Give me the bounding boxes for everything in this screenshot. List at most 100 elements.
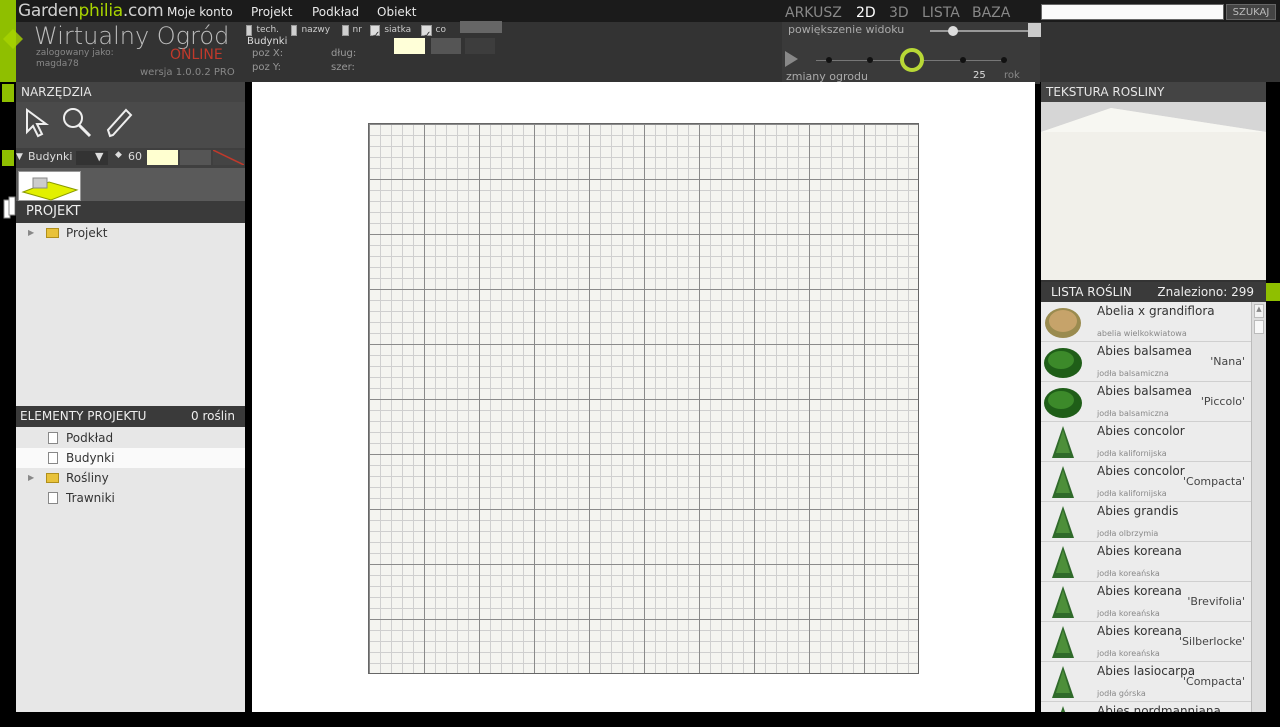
collapse-arrow-icon[interactable]: ▼	[16, 152, 23, 162]
pos-x-label: poz X:	[252, 48, 284, 59]
plant-name: Abies koreana	[1097, 624, 1182, 638]
timeline-dot[interactable]	[960, 57, 966, 63]
plant-common-name: jodła kalifornijska	[1097, 449, 1167, 458]
plant-list-item[interactable]: Abelia x grandiflora abelia wielkokwiatow…	[1041, 302, 1251, 342]
menu-projekt[interactable]: Projekt	[251, 5, 292, 19]
zoom-slider-track[interactable]	[930, 30, 1035, 32]
timeline-dot[interactable]	[826, 57, 832, 63]
zoom-slider-thumb[interactable]	[948, 26, 958, 36]
plant-list-title: LISTA ROŚLIN	[1051, 285, 1132, 299]
toggle-siatka-checkbox[interactable]	[369, 24, 381, 36]
tools-title: NARZĘDZIA	[16, 82, 245, 102]
layer-fill-swatch[interactable]	[147, 150, 178, 165]
timeline-dot[interactable]	[867, 57, 873, 63]
search-input[interactable]	[1041, 4, 1224, 20]
plant-common-name: jodła olbrzymia	[1097, 529, 1159, 538]
conifer-icon	[1044, 665, 1082, 699]
plant-list-item[interactable]: Abies lasiocarpa jodła górska 'Compacta'	[1041, 662, 1251, 702]
expand-arrow-icon[interactable]: ▶	[28, 468, 34, 488]
element-budynki[interactable]: Budynki	[16, 448, 245, 468]
plant-list-item[interactable]: Abies concolor jodła kalifornijska	[1041, 422, 1251, 462]
toggle-co-checkbox[interactable]	[421, 24, 432, 36]
logo-highlight: philia	[78, 1, 124, 21]
stroke-color-swatch[interactable]	[431, 38, 461, 54]
zoom-icon[interactable]	[60, 106, 94, 144]
garden-grid-sheet[interactable]	[368, 123, 919, 674]
conifer-icon	[1044, 505, 1082, 539]
plant-variety: 'Piccolo'	[1200, 395, 1245, 408]
fill-color-swatch[interactable]	[394, 38, 425, 54]
toggle-nr-checkbox[interactable]	[342, 24, 349, 36]
layer-stroke-swatch[interactable]	[180, 150, 211, 165]
tree-item-projekt[interactable]: ▶ Projekt	[16, 223, 245, 243]
menu-obiekt[interactable]: Obiekt	[377, 5, 416, 19]
element-podklad[interactable]: Podkład	[16, 428, 245, 448]
element-label: Trawniki	[66, 491, 115, 505]
tab-baza[interactable]: BAZA	[972, 5, 1010, 21]
plant-list-item[interactable]: Abies grandis jodła olbrzymia	[1041, 502, 1251, 542]
plant-list-item[interactable]: Abies koreana jodła koreańska	[1041, 542, 1251, 582]
plant-list-item[interactable]: Abies concolor jodła kalifornijska 'Compac…	[1041, 462, 1251, 502]
plant-list-item[interactable]: Abies koreana jodła koreańska 'Silberlocke…	[1041, 622, 1251, 662]
folder-icon	[46, 228, 59, 238]
years-value: 25	[973, 70, 986, 81]
timeline-thumb[interactable]	[900, 48, 924, 72]
plant-name: Abies koreana	[1097, 584, 1182, 598]
texture-title: TEKSTURA ROSLINY	[1041, 82, 1266, 102]
logged-label: zalogowany jako:	[36, 48, 114, 58]
plant-common-name: jodła kalifornijska	[1097, 489, 1167, 498]
chevron-down-icon[interactable]: ▼	[95, 150, 103, 163]
plant-name: Abies balsamea	[1097, 384, 1192, 398]
folder-icon	[46, 473, 59, 483]
stepper-icon[interactable]: ◆	[115, 150, 122, 160]
plant-name: Abies koreana	[1097, 544, 1182, 558]
plant-list-item[interactable]: Abies balsamea jodła balsamiczna 'Nana'	[1041, 342, 1251, 382]
pointer-icon[interactable]	[24, 108, 52, 142]
conifer-icon	[1044, 705, 1082, 712]
conifer-icon	[1044, 585, 1082, 619]
search-button[interactable]: SZUKAJ	[1226, 4, 1276, 20]
plant-common-name: jodła koreańska	[1097, 569, 1160, 578]
zoom-max-button[interactable]	[1028, 23, 1041, 37]
toggle-tech-checkbox[interactable]	[246, 24, 253, 36]
plant-list-scrollbar[interactable]: ▲	[1251, 302, 1266, 712]
plant-name: Abelia x grandiflora	[1097, 304, 1215, 318]
tab-lista[interactable]: LISTA	[922, 5, 960, 21]
plant-list-item[interactable]: Abies balsamea jodła balsamiczna 'Piccolo'	[1041, 382, 1251, 422]
menu-moje-konto[interactable]: Moje konto	[167, 5, 233, 19]
tab-3d[interactable]: 3D	[889, 5, 909, 21]
tools-bar	[16, 102, 245, 148]
plant-list-item[interactable]: Abies nordmanniana	[1041, 702, 1251, 712]
no-color-swatch[interactable]	[213, 150, 244, 165]
plant-name: Abies concolor	[1097, 464, 1185, 478]
building-thumbs	[16, 168, 245, 201]
tab-arkusz[interactable]: ARKUSZ	[785, 5, 842, 21]
width-label: szer:	[331, 62, 355, 73]
element-rosliny[interactable]: ▶ Rośliny	[16, 468, 245, 488]
logo[interactable]: Gardenphilia.com	[18, 1, 164, 21]
scroll-up-icon[interactable]: ▲	[1254, 304, 1264, 318]
building-thumbnail[interactable]	[18, 171, 81, 201]
menu-podklad[interactable]: Podkład	[312, 5, 359, 19]
toggle-tech-label: tech.	[256, 25, 280, 35]
expand-arrow-icon[interactable]: ▶	[28, 223, 34, 243]
toggle-nr-label: nr	[352, 25, 362, 35]
scroll-thumb[interactable]	[1254, 320, 1264, 334]
layer-value: 60	[128, 150, 142, 163]
plant-variety: 'Compacta'	[1183, 675, 1245, 688]
accent-marker	[1266, 283, 1280, 301]
toggle-nazwy-checkbox[interactable]	[291, 24, 298, 36]
element-label: Budynki	[66, 451, 115, 465]
bottom-bar	[0, 712, 1280, 727]
pencil-icon[interactable]	[104, 106, 134, 144]
element-trawniki[interactable]: Trawniki	[16, 488, 245, 508]
timeline-dot[interactable]	[1001, 57, 1007, 63]
plant-list-item[interactable]: Abies koreana jodła koreańska 'Brevifolia'	[1041, 582, 1251, 622]
extra-swatch[interactable]	[465, 38, 495, 54]
plant-name: Abies lasiocarpa	[1097, 664, 1196, 678]
play-icon[interactable]	[785, 51, 798, 67]
tab-2d[interactable]: 2D	[856, 5, 876, 21]
color-swatch[interactable]	[460, 21, 502, 33]
elements-title: ELEMENTY PROJEKTU	[20, 409, 147, 423]
texture-preview	[1041, 102, 1266, 280]
